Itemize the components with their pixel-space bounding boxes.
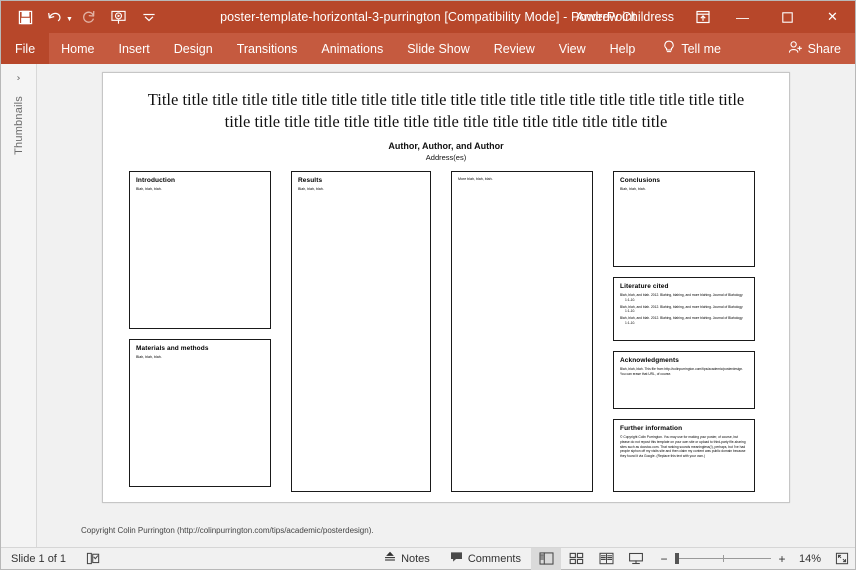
reference-entry: Blah, blah, and blah. 2012. Blahing, bla… xyxy=(620,316,748,326)
tab-help[interactable]: Help xyxy=(598,33,648,64)
box-body: Blah, blah, blah. This file from http://… xyxy=(620,367,748,377)
tab-view[interactable]: View xyxy=(547,33,598,64)
ribbon-display-options-icon[interactable] xyxy=(686,1,720,33)
undo-dropdown-caret-icon[interactable]: ▼ xyxy=(66,16,73,23)
poster-title[interactable]: Title title title title title title titl… xyxy=(121,85,771,133)
thumbnails-pane[interactable]: › Thumbnails xyxy=(1,64,37,547)
zoom-slider-midpoint xyxy=(723,555,724,562)
tell-me-label: Tell me xyxy=(681,42,721,56)
poster-authors[interactable]: Author, Author, and Author xyxy=(121,141,771,151)
share-button[interactable]: Share xyxy=(778,33,855,64)
box-body: More blah, blah, blah. xyxy=(458,177,586,182)
title-bar-right: Andrew Childress — ✕ xyxy=(564,1,855,33)
poster-box-results-continued[interactable]: More blah, blah, blah. xyxy=(451,171,593,492)
tab-transitions[interactable]: Transitions xyxy=(225,33,310,64)
notes-icon xyxy=(384,551,396,566)
box-heading: Acknowledgments xyxy=(620,357,748,364)
box-heading: Conclusions xyxy=(620,177,748,184)
start-presentation-icon[interactable] xyxy=(105,4,133,30)
status-bar: Slide 1 of 1 Notes C xyxy=(1,547,855,569)
tab-animations[interactable]: Animations xyxy=(309,33,395,64)
poster-box-introduction[interactable]: Introduction Blah, blah, blah. xyxy=(129,171,271,329)
slide-canvas[interactable]: Title title title title title title titl… xyxy=(102,72,790,503)
slide-sorter-icon[interactable] xyxy=(561,548,591,570)
tab-insert[interactable]: Insert xyxy=(107,33,162,64)
tab-slide-show[interactable]: Slide Show xyxy=(395,33,482,64)
zoom-slider[interactable] xyxy=(675,558,771,559)
slide-counter[interactable]: Slide 1 of 1 xyxy=(1,548,76,570)
ribbon-tab-bar: File Home Insert Design Transitions Anim… xyxy=(1,33,855,64)
poster-column-3: More blah, blah, blah. xyxy=(451,171,593,492)
tell-me-search[interactable]: Tell me xyxy=(651,33,733,64)
tab-home[interactable]: Home xyxy=(49,33,106,64)
comments-button[interactable]: Comments xyxy=(440,548,531,570)
box-body: Blah, blah, blah. xyxy=(620,187,748,192)
share-label: Share xyxy=(808,42,841,56)
close-button[interactable]: ✕ xyxy=(810,1,855,33)
poster-column-1: Introduction Blah, blah, blah. Materials… xyxy=(129,171,271,492)
poster-box-literature-cited[interactable]: Literature cited Blah, blah, and blah. 2… xyxy=(613,277,755,341)
poster-box-conclusions[interactable]: Conclusions Blah, blah, blah. xyxy=(613,171,755,267)
save-icon[interactable] xyxy=(11,4,39,30)
notes-button[interactable]: Notes xyxy=(374,548,440,570)
work-area: › Thumbnails Title title title title tit… xyxy=(1,64,855,547)
poster-box-materials-and-methods[interactable]: Materials and methods Blah, blah, blah. xyxy=(129,339,271,487)
slide-footer-credit: Copyright Colin Purrington (http://colin… xyxy=(81,526,374,535)
normal-view-icon[interactable] xyxy=(531,548,561,570)
box-body: Blah, blah, blah. xyxy=(136,355,264,360)
box-heading: Materials and methods xyxy=(136,345,264,352)
account-name[interactable]: Andrew Childress xyxy=(564,10,686,24)
slide-editing-pane[interactable]: Title title title title title title titl… xyxy=(37,64,855,547)
poster-box-results[interactable]: Results Blah, blah, blah. xyxy=(291,171,431,492)
poster-box-further-information[interactable]: Further information © Copyright Colin Pu… xyxy=(613,419,755,492)
poster-address[interactable]: Address(es) xyxy=(121,153,771,162)
comments-label: Comments xyxy=(468,553,521,565)
poster-box-acknowledgments[interactable]: Acknowledgments Blah, blah, blah. This f… xyxy=(613,351,755,409)
poster-column-4: Conclusions Blah, blah, blah. Literature… xyxy=(613,171,755,492)
zoom-slider-thumb[interactable] xyxy=(675,553,679,564)
lightbulb-icon xyxy=(663,40,675,57)
fit-slide-to-window-icon[interactable] xyxy=(829,552,855,565)
maximize-button[interactable] xyxy=(765,1,810,33)
box-heading: Further information xyxy=(620,425,748,432)
quick-access-toolbar: ▼ xyxy=(1,4,163,30)
zoom-out-button[interactable]: − xyxy=(659,552,669,566)
box-body: Blah, blah, blah. xyxy=(136,187,264,192)
tab-design[interactable]: Design xyxy=(162,33,225,64)
tab-file[interactable]: File xyxy=(1,33,49,64)
poster-column-2: Results Blah, blah, blah. xyxy=(291,171,431,492)
poster-columns: Introduction Blah, blah, blah. Materials… xyxy=(129,171,763,492)
reading-view-icon[interactable] xyxy=(591,548,621,570)
reference-entry: Blah, blah, and blah. 2012. Blahing, bla… xyxy=(620,305,748,315)
undo-icon[interactable] xyxy=(41,4,69,30)
comment-bubble-icon xyxy=(450,551,463,566)
share-person-icon xyxy=(788,40,803,57)
reference-entry: Blah, blah, and blah. 2012. Blahing, bla… xyxy=(620,293,748,303)
box-body: Blah, blah, blah. xyxy=(298,187,424,192)
box-body: © Copyright Colin Purrington. You may us… xyxy=(620,435,748,459)
minimize-button[interactable]: — xyxy=(720,1,765,33)
customize-quick-access-icon[interactable] xyxy=(135,4,163,30)
zoom-in-button[interactable]: + xyxy=(777,552,787,566)
box-heading: Introduction xyxy=(136,177,264,184)
chevron-right-icon[interactable]: › xyxy=(17,73,21,83)
box-heading: Literature cited xyxy=(620,283,748,290)
notes-label: Notes xyxy=(401,553,430,565)
zoom-control[interactable]: − + 14% xyxy=(651,552,829,566)
powerpoint-window: ▼ poster-template xyxy=(0,0,856,570)
accessibility-checker-icon[interactable] xyxy=(76,548,110,570)
tab-review[interactable]: Review xyxy=(482,33,547,64)
redo-icon[interactable] xyxy=(75,4,103,30)
title-bar: ▼ poster-template xyxy=(1,1,855,33)
box-heading: Results xyxy=(298,177,424,184)
thumbnails-pane-label: Thumbnails xyxy=(13,96,25,155)
zoom-percentage[interactable]: 14% xyxy=(793,553,821,565)
slide-show-icon[interactable] xyxy=(621,548,651,570)
